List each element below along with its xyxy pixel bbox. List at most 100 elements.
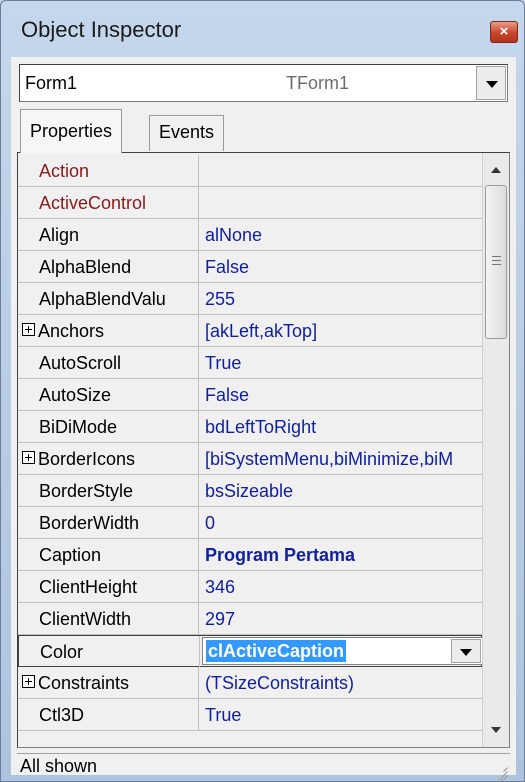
- status-text: All shown: [20, 756, 98, 776]
- expand-plus-icon[interactable]: [22, 323, 35, 336]
- property-name: ClientHeight: [39, 577, 138, 597]
- property-name: AutoSize: [39, 385, 112, 405]
- property-name-cell[interactable]: ClientWidth: [18, 603, 199, 634]
- property-value[interactable]: Program Pertama: [205, 545, 355, 566]
- property-row[interactable]: ClientWidth 297: [18, 603, 482, 635]
- expand-plus-icon[interactable]: [22, 451, 35, 464]
- property-name-cell[interactable]: AutoScroll: [18, 347, 199, 378]
- property-name: BorderWidth: [39, 513, 140, 533]
- property-row[interactable]: BorderIcons [biSystemMenu,biMinimize,biM: [18, 443, 482, 475]
- property-value[interactable]: alNone: [205, 225, 262, 246]
- tab-events[interactable]: Events: [149, 115, 225, 151]
- property-value[interactable]: bsSizeable: [205, 481, 293, 502]
- property-value[interactable]: 297: [205, 609, 235, 630]
- property-value[interactable]: 346: [205, 577, 235, 598]
- property-name: AlphaBlendValu: [39, 289, 166, 309]
- property-grid: Action ActiveControl Align alNone AlphaBlend…: [17, 152, 510, 748]
- object-inspector-window: Object Inspector × Form1 TForm1 Properti…: [0, 0, 525, 782]
- property-name-cell[interactable]: BorderWidth: [18, 507, 199, 538]
- selected-object-name: Form1: [25, 73, 78, 93]
- property-name-cell[interactable]: Constraints: [18, 667, 199, 698]
- property-value[interactable]: (TSizeConstraints): [205, 673, 354, 694]
- property-name-cell[interactable]: Caption: [18, 539, 199, 570]
- property-row[interactable]: Anchors [akLeft,akTop]: [18, 315, 482, 347]
- property-name-cell[interactable]: BiDiMode: [18, 411, 199, 442]
- property-name-cell[interactable]: Align: [18, 219, 199, 250]
- property-value[interactable]: True: [205, 353, 241, 374]
- object-selector-combobox[interactable]: Form1 TForm1: [19, 64, 508, 102]
- property-value[interactable]: True: [205, 705, 241, 726]
- window-title: Object Inspector: [21, 17, 182, 42]
- property-value[interactable]: [biSystemMenu,biMinimize,biM: [205, 449, 453, 470]
- selected-object-class: TForm1: [286, 73, 349, 93]
- property-name-cell[interactable]: AutoSize: [18, 379, 199, 410]
- property-row[interactable]: Caption Program Pertama: [18, 539, 482, 571]
- property-row[interactable]: Color clActiveCaption: [18, 635, 483, 667]
- property-value[interactable]: False: [205, 385, 249, 406]
- scroll-down-button[interactable]: [483, 717, 509, 743]
- object-selector-dropdown-button[interactable]: [476, 66, 506, 100]
- property-value[interactable]: 255: [205, 289, 235, 310]
- close-button[interactable]: ×: [490, 21, 518, 43]
- property-row[interactable]: Constraints (TSizeConstraints): [18, 667, 482, 699]
- grip-line: [492, 256, 501, 257]
- property-row[interactable]: AutoScroll True: [18, 347, 482, 379]
- property-row[interactable]: AlphaBlend False: [18, 251, 482, 283]
- property-value[interactable]: bdLeftToRight: [205, 417, 316, 438]
- status-bar: All shown: [17, 753, 510, 781]
- property-name: Caption: [39, 545, 102, 565]
- chevron-down-icon: [460, 649, 472, 656]
- property-name: Ctl3D: [39, 705, 85, 725]
- arrow-down-icon: [491, 727, 501, 733]
- inspector-client-area: Form1 TForm1 Properties Events Action Act…: [11, 57, 516, 781]
- property-row[interactable]: Action: [18, 155, 482, 187]
- title-bar[interactable]: Object Inspector ×: [1, 1, 524, 57]
- property-value-editor[interactable]: clActiveCaption: [202, 637, 483, 665]
- property-row[interactable]: BorderWidth 0: [18, 507, 482, 539]
- property-name-cell[interactable]: BorderIcons: [18, 443, 199, 474]
- property-name: Align: [39, 225, 80, 245]
- property-name-cell[interactable]: Anchors: [18, 315, 199, 346]
- property-name: BorderStyle: [39, 481, 134, 501]
- property-value[interactable]: False: [205, 257, 249, 278]
- property-row[interactable]: ActiveControl: [18, 187, 482, 219]
- property-name-cell[interactable]: Color: [19, 636, 200, 667]
- property-name-cell[interactable]: AlphaBlend: [18, 251, 199, 282]
- property-row[interactable]: AlphaBlendValu 255: [18, 283, 482, 315]
- property-row[interactable]: AutoSize False: [18, 379, 482, 411]
- property-name: ActiveControl: [39, 193, 147, 213]
- property-name-cell[interactable]: ActiveControl: [18, 187, 199, 218]
- property-name: Anchors: [38, 321, 105, 341]
- property-row[interactable]: BorderStyle bsSizeable: [18, 475, 482, 507]
- arrow-up-icon: [491, 167, 501, 173]
- expand-plus-icon[interactable]: [22, 675, 35, 688]
- property-row[interactable]: ClientHeight 346: [18, 571, 482, 603]
- property-name-cell[interactable]: Ctl3D: [18, 699, 199, 730]
- scroll-up-button[interactable]: [483, 157, 509, 183]
- property-row[interactable]: BiDiMode bdLeftToRight: [18, 411, 482, 443]
- grip-line: [492, 260, 501, 261]
- property-value[interactable]: [akLeft,akTop]: [205, 321, 317, 342]
- property-value[interactable]: 0: [205, 513, 215, 534]
- property-name-cell[interactable]: AlphaBlendValu: [18, 283, 199, 314]
- property-name: AlphaBlend: [39, 257, 132, 277]
- property-name: Color: [40, 642, 84, 662]
- chevron-down-icon: [486, 81, 498, 88]
- close-icon: ×: [499, 23, 509, 40]
- property-row[interactable]: Align alNone: [18, 219, 482, 251]
- grip-line: [492, 264, 501, 265]
- property-name-cell[interactable]: ClientHeight: [18, 571, 199, 602]
- property-name: AutoScroll: [39, 353, 122, 373]
- value-dropdown-button[interactable]: [451, 639, 481, 663]
- property-value-selected-text[interactable]: clActiveCaption: [206, 640, 347, 662]
- resize-grip-icon[interactable]: [494, 762, 508, 781]
- property-name: Constraints: [38, 673, 130, 693]
- property-name-cell[interactable]: Action: [18, 155, 199, 186]
- tab-properties[interactable]: Properties: [20, 109, 123, 153]
- property-name: ClientWidth: [39, 609, 132, 629]
- scroll-thumb[interactable]: [485, 185, 507, 339]
- property-name: Action: [39, 161, 90, 181]
- property-name-cell[interactable]: BorderStyle: [18, 475, 199, 506]
- property-row[interactable]: Ctl3D True: [18, 699, 482, 731]
- vertical-scrollbar[interactable]: [482, 153, 509, 747]
